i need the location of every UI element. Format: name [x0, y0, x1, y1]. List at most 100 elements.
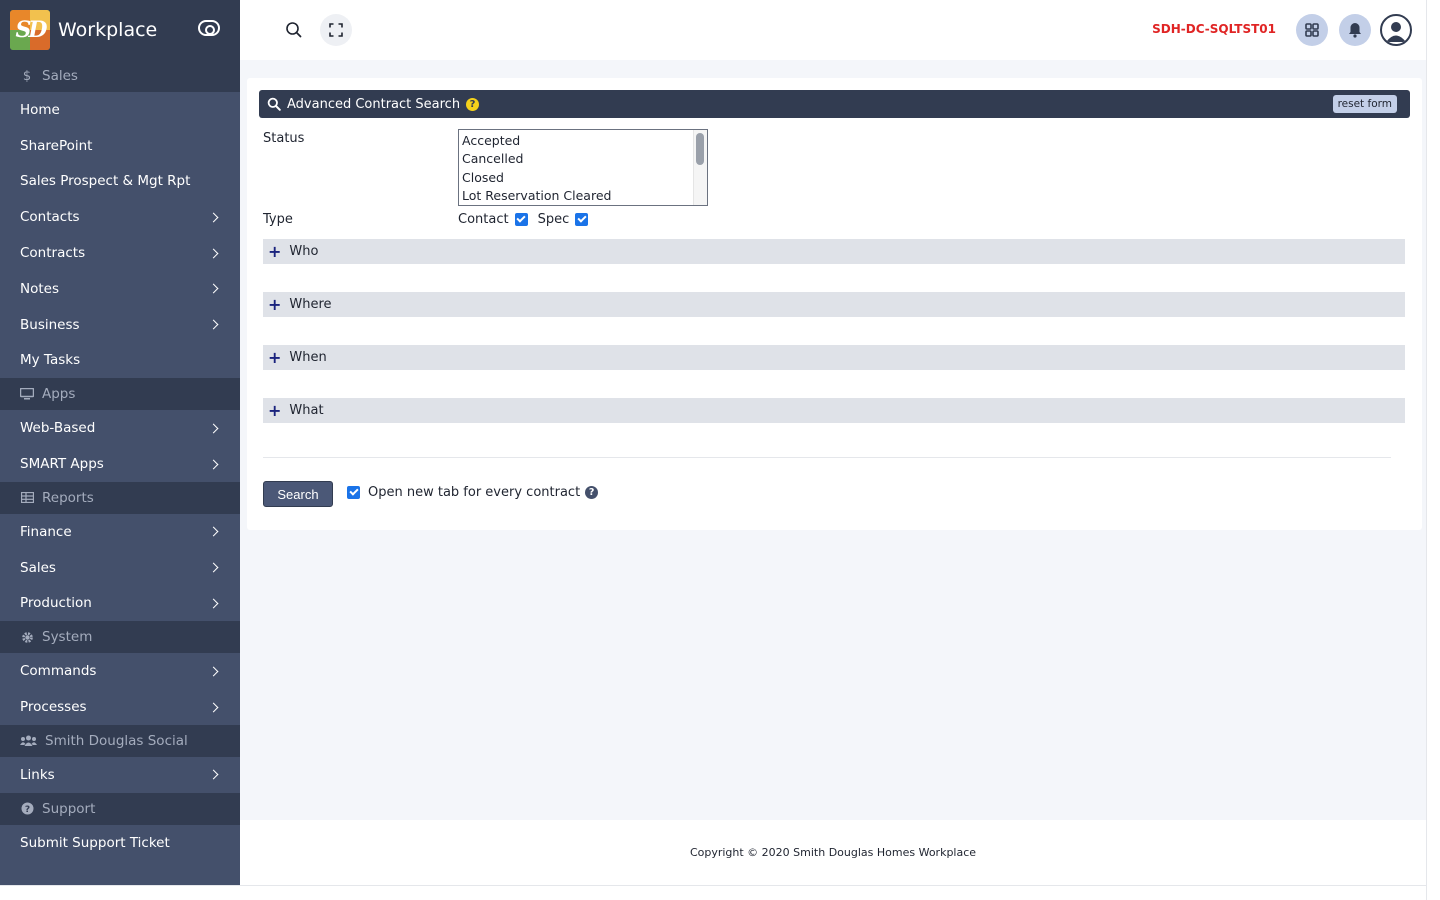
- accordion-what[interactable]: + What: [263, 398, 1405, 423]
- sidebar-item-production[interactable]: Production: [0, 586, 240, 622]
- topbar: SDH-DC-SQLTST01: [240, 0, 1426, 60]
- status-select[interactable]: Accepted Cancelled Closed Lot Reservatio…: [458, 129, 708, 206]
- sidebar-item-smart-apps[interactable]: SMART Apps: [0, 446, 240, 482]
- chevron-right-icon: [208, 423, 219, 434]
- question-circle-icon: ?: [20, 802, 34, 815]
- plus-icon: +: [268, 400, 282, 420]
- sidebar-item-label: SMART Apps: [20, 456, 104, 473]
- type-spec-label: Spec: [537, 212, 570, 227]
- table-icon: [20, 492, 34, 504]
- status-label: Status: [263, 131, 305, 146]
- accordion-where[interactable]: + Where: [263, 292, 1405, 317]
- scrollbar-thumb[interactable]: [696, 133, 704, 165]
- sidebar-item-label: SharePoint: [20, 137, 93, 154]
- status-option[interactable]: Accepted: [462, 132, 707, 150]
- sidebar: SD Workplace $ Sales Home SharePoint Sale…: [0, 0, 240, 885]
- bell-icon[interactable]: [1339, 14, 1371, 46]
- svg-text:?: ?: [24, 805, 29, 815]
- sidebar-item-label: Business: [20, 316, 80, 333]
- sidebar-item-label: Processes: [20, 699, 87, 716]
- divider: [263, 457, 1391, 458]
- sidebar-item-commands[interactable]: Commands: [0, 653, 240, 689]
- card-header: Advanced Contract Search ? reset form: [259, 90, 1410, 118]
- sidebar-item-home[interactable]: Home: [0, 92, 240, 128]
- accordion-label: When: [289, 350, 327, 365]
- section-system-label: System: [42, 629, 93, 646]
- monitor-icon: [20, 388, 34, 400]
- sidebar-item-contacts[interactable]: Contacts: [0, 199, 240, 235]
- user-avatar-icon[interactable]: [1380, 14, 1412, 46]
- fullscreen-icon[interactable]: [320, 14, 352, 46]
- sidebar-item-label: Submit Support Ticket: [20, 834, 170, 851]
- sidebar-item-business[interactable]: Business: [0, 307, 240, 343]
- sidebar-item-links[interactable]: Links: [0, 757, 240, 793]
- card-title: Advanced Contract Search: [287, 96, 461, 112]
- sidebar-item-label: Links: [20, 766, 55, 783]
- section-social: Smith Douglas Social: [0, 724, 240, 757]
- chevron-right-icon: [208, 248, 219, 259]
- chevron-right-icon: [208, 459, 219, 470]
- sidebar-item-processes[interactable]: Processes: [0, 689, 240, 725]
- company-logo[interactable]: SD: [10, 10, 50, 50]
- sidebar-item-label: Notes: [20, 280, 59, 297]
- accordion-when[interactable]: + When: [263, 345, 1405, 370]
- type-options: Contact Spec: [458, 212, 598, 227]
- section-reports: Reports: [0, 481, 240, 514]
- sidebar-item-label: Contacts: [20, 209, 80, 226]
- section-sales-label: Sales: [42, 68, 78, 84]
- sidebar-item-notes[interactable]: Notes: [0, 271, 240, 307]
- chevron-right-icon: [208, 319, 219, 330]
- plus-icon: +: [268, 241, 282, 261]
- app-name: Workplace: [58, 19, 158, 41]
- advanced-search-card: Advanced Contract Search ? reset form St…: [247, 78, 1422, 530]
- type-contact-checkbox[interactable]: [514, 213, 528, 226]
- window-edge: [1426, 0, 1440, 900]
- sidebar-item-sales-prospect[interactable]: Sales Prospect & Mgt Rpt: [0, 164, 240, 200]
- search-icon[interactable]: [284, 20, 304, 40]
- users-icon: [20, 735, 37, 747]
- new-tab-checkbox[interactable]: [347, 486, 360, 499]
- accordion-label: Who: [289, 244, 319, 259]
- status-option[interactable]: Cancelled: [462, 150, 707, 168]
- status-option[interactable]: Closed: [462, 169, 707, 187]
- chevron-right-icon: [208, 562, 219, 573]
- help-icon[interactable]: ?: [466, 97, 480, 111]
- sidebar-item-label: Sales Prospect & Mgt Rpt: [20, 173, 191, 190]
- accordion-label: What: [289, 403, 324, 418]
- sidebar-item-label: My Tasks: [20, 352, 81, 369]
- section-apps: Apps: [0, 378, 240, 411]
- reset-form-button[interactable]: reset form: [1332, 95, 1397, 113]
- sidebar-item-submit-ticket[interactable]: Submit Support Ticket: [0, 825, 240, 861]
- type-contact-label: Contact: [458, 212, 509, 227]
- section-support-label: Support: [42, 800, 96, 817]
- sidebar-toggle-icon[interactable]: [198, 20, 220, 36]
- sidebar-item-label: Commands: [20, 663, 97, 680]
- chevron-right-icon: [208, 283, 219, 294]
- chevron-right-icon: [208, 702, 219, 712]
- brand: SD Workplace: [0, 0, 240, 60]
- sidebar-item-my-tasks[interactable]: My Tasks: [0, 343, 240, 379]
- new-tab-label: Open new tab for every contract: [368, 485, 581, 500]
- accordion-who[interactable]: + Who: [263, 239, 1405, 264]
- plus-icon: +: [268, 294, 282, 314]
- section-sales: $ Sales: [0, 60, 240, 92]
- help-icon[interactable]: ?: [585, 486, 599, 499]
- type-spec-checkbox[interactable]: [575, 213, 589, 226]
- chevron-right-icon: [208, 212, 219, 223]
- status-option[interactable]: Lot Reservation Cleared: [462, 187, 707, 205]
- search-icon: [267, 97, 281, 111]
- sidebar-item-web-based[interactable]: Web-Based: [0, 410, 240, 446]
- accordion-label: Where: [289, 297, 332, 312]
- grid-icon[interactable]: [1296, 14, 1328, 46]
- search-button[interactable]: Search: [263, 481, 333, 507]
- sidebar-item-sharepoint[interactable]: SharePoint: [0, 128, 240, 164]
- type-label: Type: [263, 212, 293, 227]
- footer: Copyright © 2020 Smith Douglas Homes Wor…: [240, 820, 1426, 885]
- sidebar-item-label: Production: [20, 595, 92, 612]
- chevron-right-icon: [208, 769, 219, 780]
- sidebar-item-contracts[interactable]: Contracts: [0, 235, 240, 271]
- window-edge: [0, 885, 1426, 900]
- sidebar-item-sales[interactable]: Sales: [0, 550, 240, 586]
- sidebar-item-finance[interactable]: Finance: [0, 514, 240, 550]
- status-scrollbar[interactable]: [693, 130, 707, 205]
